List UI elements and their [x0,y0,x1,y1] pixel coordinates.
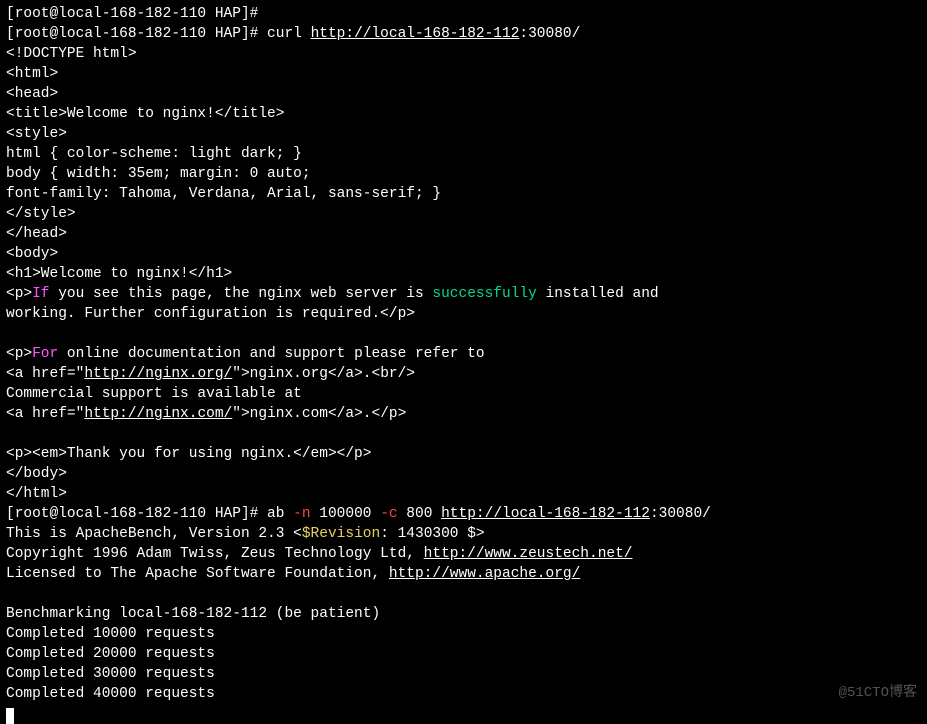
cursor-icon [6,708,14,724]
output-line: Benchmarking local-168-182-112 (be patie… [6,604,921,624]
output-line: <p><em>Thank you for using nginx.</em></… [6,444,921,464]
output-line: <!DOCTYPE html> [6,44,921,64]
ab-command-line: [root@local-168-182-110 HAP]# ab -n 1000… [6,504,921,524]
watermark-text: @51CTO博客 [839,683,917,703]
curl-command-line: [root@local-168-182-110 HAP]# curl http:… [6,24,921,44]
terminal-output[interactable]: [root@local-168-182-110 HAP]# [root@loca… [6,4,921,724]
output-line: Completed 10000 requests [6,624,921,644]
output-line: Licensed to The Apache Software Foundati… [6,564,921,584]
output-line: <title>Welcome to nginx!</title> [6,104,921,124]
cursor-line [6,704,921,724]
output-line: Completed 20000 requests [6,644,921,664]
blank-line [6,584,921,604]
output-line: font-family: Tahoma, Verdana, Arial, san… [6,184,921,204]
output-line: Completed 40000 requests [6,684,921,704]
output-line: <p>If you see this page, the nginx web s… [6,284,921,304]
output-line: This is ApacheBench, Version 2.3 <$Revis… [6,524,921,544]
prompt-line: [root@local-168-182-110 HAP]# [6,4,921,24]
blank-line [6,324,921,344]
output-line: <a href="http://nginx.org/">nginx.org</a… [6,364,921,384]
output-line: </head> [6,224,921,244]
output-line: <style> [6,124,921,144]
output-line: <p>For online documentation and support … [6,344,921,364]
output-line: Completed 30000 requests [6,664,921,684]
output-line: <head> [6,84,921,104]
blank-line [6,424,921,444]
output-line: <h1>Welcome to nginx!</h1> [6,264,921,284]
output-line: html { color-scheme: light dark; } [6,144,921,164]
output-line: </body> [6,464,921,484]
output-line: </html> [6,484,921,504]
output-line: <html> [6,64,921,84]
output-line: <a href="http://nginx.com/">nginx.com</a… [6,404,921,424]
output-line: <body> [6,244,921,264]
output-line: Copyright 1996 Adam Twiss, Zeus Technolo… [6,544,921,564]
output-line: Commercial support is available at [6,384,921,404]
output-line: working. Further configuration is requir… [6,304,921,324]
output-line: body { width: 35em; margin: 0 auto; [6,164,921,184]
output-line: </style> [6,204,921,224]
